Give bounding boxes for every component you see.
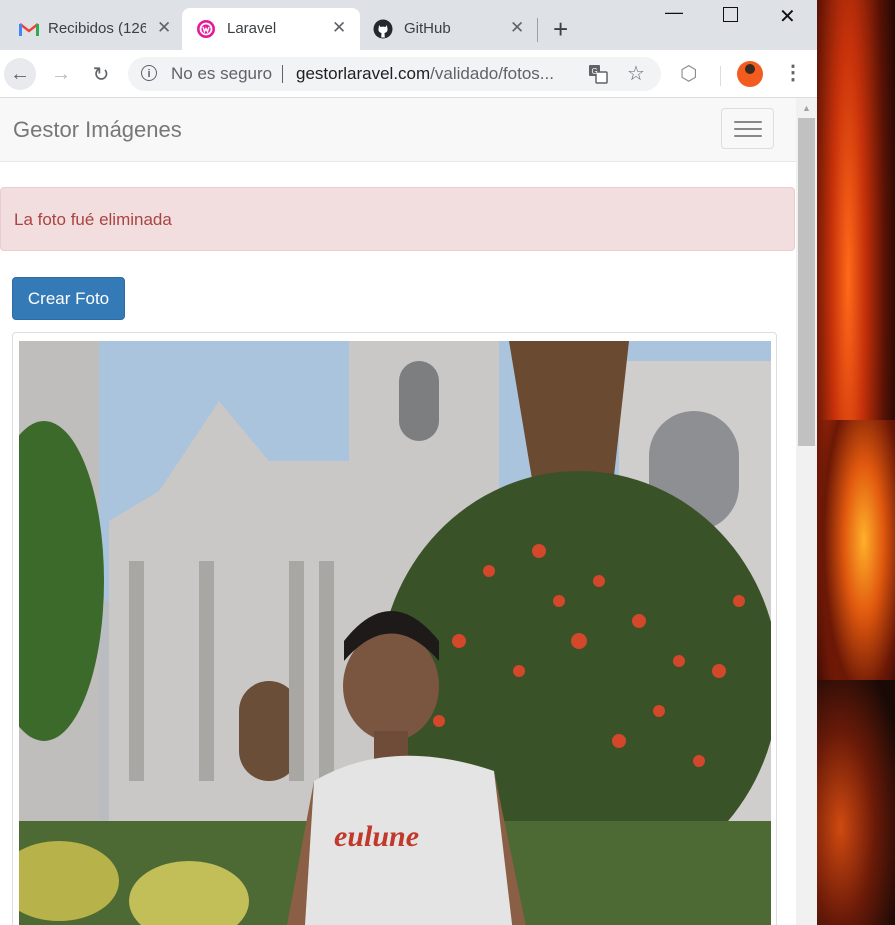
url-text[interactable]: gestorlaravel.com/validado/fotos... [296, 64, 554, 84]
close-icon[interactable]: ✕ [332, 18, 346, 38]
hamburger-bar [734, 121, 762, 123]
tab-label: Recibidos (126 [48, 20, 146, 37]
photo-image[interactable]: eulune [19, 341, 771, 925]
tab-gmail[interactable]: Recibidos (126 ✕ [0, 8, 180, 50]
bookmark-star-icon[interactable]: ☆ [627, 61, 645, 86]
tab-strip: Recibidos (126 ✕ Laravel ✕ GitHub ✕ + — … [0, 0, 817, 50]
hamburger-bar [734, 135, 762, 137]
svg-text:eulune: eulune [334, 820, 419, 853]
close-icon[interactable]: ✕ [157, 18, 171, 38]
close-window-icon[interactable]: ✕ [779, 4, 796, 29]
close-icon[interactable]: ✕ [510, 18, 524, 38]
maximize-icon[interactable] [723, 7, 738, 22]
svg-text:G: G [592, 67, 598, 76]
alert-message: La foto fué eliminada [14, 210, 172, 229]
browser-toolbar: ← → ↻ i No es seguro gestorlaravel.com/v… [0, 50, 817, 98]
tab-separator [537, 18, 538, 42]
minimize-icon[interactable]: — [665, 2, 683, 23]
photo-thumbnail: eulune [12, 332, 777, 925]
create-photo-button[interactable]: Crear Foto [12, 277, 125, 320]
desktop-wallpaper [817, 0, 895, 925]
back-arrow-icon[interactable]: ← [4, 58, 36, 90]
new-tab-icon[interactable]: + [553, 14, 568, 44]
tab-laravel[interactable]: Laravel ✕ [182, 8, 360, 50]
security-label[interactable]: No es seguro [171, 64, 272, 84]
site-navbar: Gestor Imágenes [0, 98, 796, 162]
scrollbar-thumb[interactable] [798, 118, 815, 446]
navbar-brand[interactable]: Gestor Imágenes [13, 117, 182, 143]
page-scrollbar[interactable]: ▲ [796, 98, 817, 925]
address-bar[interactable]: i No es seguro gestorlaravel.com/validad… [128, 57, 661, 91]
hamburger-bar [734, 128, 762, 130]
page-viewport: Gestor Imágenes La foto fué eliminada Cr… [0, 98, 796, 925]
tab-label: Laravel [227, 20, 277, 37]
tab-github[interactable]: GitHub ✕ [362, 8, 536, 50]
gmail-icon [19, 23, 39, 36]
url-host: gestorlaravel.com [296, 64, 431, 83]
navbar-toggle-button[interactable] [721, 108, 774, 149]
menu-dots-icon[interactable]: ⋮ [783, 59, 803, 87]
url-path: /validado/fotos... [430, 64, 554, 83]
address-separator [282, 65, 283, 83]
profile-avatar[interactable] [737, 61, 763, 87]
extension-cube-icon[interactable]: ⬡ [680, 61, 697, 86]
alert-danger: La foto fué eliminada [0, 187, 795, 251]
github-icon [373, 19, 393, 39]
info-icon[interactable]: i [141, 65, 157, 81]
tab-label: GitHub [404, 20, 451, 37]
toolbar-separator [720, 66, 721, 86]
scroll-up-icon[interactable]: ▲ [802, 103, 811, 113]
browser-window: Recibidos (126 ✕ Laravel ✕ GitHub ✕ + — … [0, 0, 817, 925]
laravel-icon [197, 20, 215, 38]
forward-arrow-icon[interactable]: → [45, 58, 77, 90]
translate-icon[interactable]: G [588, 64, 608, 89]
reload-icon[interactable]: ↻ [85, 58, 117, 90]
